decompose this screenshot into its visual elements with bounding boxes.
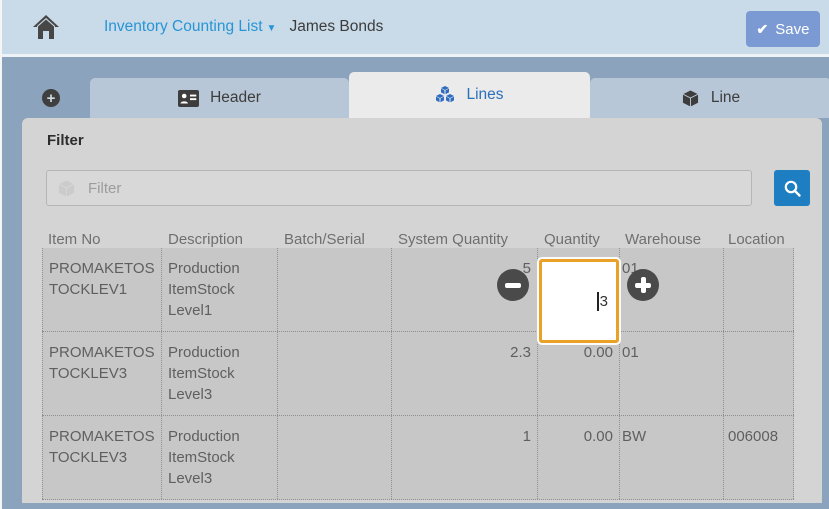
search-button[interactable] [774,170,810,206]
table-row[interactable]: PROMAKETOSTOCKLEV3 Production ItemStock … [42,416,794,500]
minus-icon [505,283,521,288]
table-row[interactable]: PROMAKETOSTOCKLEV1 Production ItemStock … [42,248,794,332]
plus-icon: + [47,91,56,106]
tab-bar: + Header Lines [2,60,829,118]
cell-batch-serial [278,416,392,499]
cell-item-no: PROMAKETOSTOCKLEV1 [42,248,162,331]
lines-table: Item No Description Batch/Serial System … [42,222,794,500]
tab-lines[interactable]: Lines [349,72,590,118]
cell-system-quantity: 1 [392,416,538,499]
cell-location [724,248,794,331]
increment-quantity-button[interactable] [627,269,659,301]
cell-description: Production ItemStock Level1 [162,248,278,331]
user-name: James Bonds [289,18,383,36]
cell-batch-serial [278,248,392,331]
cell-location: 006008 [724,416,794,499]
search-icon [783,179,802,198]
table-header-row: Item No Description Batch/Serial System … [42,222,794,248]
home-button[interactable] [31,12,61,42]
filter-section-label: Filter [47,132,84,149]
cell-location [724,332,794,415]
col-header-quantity[interactable]: Quantity [538,222,620,248]
col-header-warehouse[interactable]: Warehouse [620,222,724,248]
cell-batch-serial [278,332,392,415]
cell-item-no: PROMAKETOSTOCKLEV3 [42,416,162,499]
filter-input-wrap [46,170,752,206]
quantity-edit-value: 3 [600,293,608,310]
home-icon [32,14,60,40]
cell-system-quantity: 2.3 [392,332,538,415]
save-button[interactable]: ✔ Save [746,11,820,47]
cube-icon [681,89,700,108]
lines-panel: Filter Item No Description Batch [22,118,822,503]
col-header-item-no[interactable]: Item No [42,222,162,248]
col-header-system-quantity[interactable]: System Quantity [392,222,538,248]
text-cursor [597,292,599,311]
table-row[interactable]: PROMAKETOSTOCKLEV3 Production ItemStock … [42,332,794,416]
decrement-quantity-button[interactable] [497,269,529,301]
cube-icon [57,179,76,198]
filter-input[interactable] [76,180,751,197]
id-card-icon [178,90,199,107]
quantity-edit-input[interactable]: 3 [539,259,619,343]
app-window: Inventory Counting List ▼ James Bonds ✔ … [0,0,829,509]
tab-line[interactable]: Line [590,78,829,118]
nav-title-label: Inventory Counting List [104,18,263,36]
top-bar: Inventory Counting List ▼ James Bonds ✔ … [2,0,829,57]
chevron-down-icon: ▼ [267,23,277,34]
cell-description: Production ItemStock Level3 [162,332,278,415]
add-tab-button[interactable]: + [42,89,60,107]
tab-lines-label: Lines [466,86,503,104]
tab-header[interactable]: Header [90,78,349,118]
cell-description: Production ItemStock Level3 [162,416,278,499]
cell-warehouse: BW [620,416,724,499]
tab-line-label: Line [711,89,740,107]
save-button-label: Save [775,21,809,38]
cell-warehouse: 01 [620,332,724,415]
cell-item-no: PROMAKETOSTOCKLEV3 [42,332,162,415]
col-header-description[interactable]: Description [162,222,278,248]
tab-header-label: Header [210,89,261,107]
cubes-icon [435,86,455,104]
col-header-batch-serial[interactable]: Batch/Serial [278,222,392,248]
nav-title-dropdown[interactable]: Inventory Counting List ▼ [104,18,276,36]
col-header-location[interactable]: Location [724,222,794,248]
cell-quantity: 0.00 [538,416,620,499]
check-icon: ✔ [757,21,769,38]
cell-quantity: 0.00 [538,332,620,415]
